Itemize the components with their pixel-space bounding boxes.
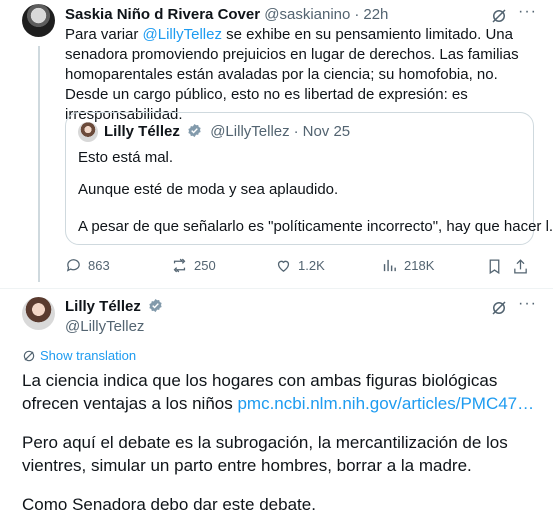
author-handle[interactable]: @LillyTellez <box>65 317 144 337</box>
tweet-text-part: Para variar <box>65 26 143 43</box>
views-icon <box>383 259 396 272</box>
repost-button[interactable]: 250 <box>171 257 216 274</box>
repost-icon <box>173 258 186 273</box>
quote-text-line: Aunque esté de moda y sea aplaudido. <box>78 181 339 198</box>
mention-link[interactable]: @LillyTellez <box>143 26 222 43</box>
views-count: 218K <box>404 258 435 273</box>
quoted-tweet[interactable]: Lilly Téllez @LillyTellez · Nov 25 Esto es… <box>65 112 553 245</box>
grok-icon[interactable] <box>490 7 508 25</box>
tweet-header: Saskia Niño d Rivera Cover @saskianino · 2… <box>65 5 388 25</box>
bookmark-icon[interactable] <box>486 258 503 275</box>
tweet-paragraph: Pero aquí el debate es la subrogación, l… <box>22 433 508 475</box>
share-icon[interactable] <box>512 258 529 275</box>
main-tweet[interactable]: Lilly Téllez @LillyTellez ··· Show trans… <box>0 288 553 526</box>
show-translation-label: Show translation <box>40 348 137 363</box>
tweet-text: Para variar @LillyTellez se exhibe en su… <box>65 25 535 125</box>
repost-count: 250 <box>194 258 216 273</box>
tweet-date: Nov 25 <box>302 123 351 140</box>
show-translation-button[interactable]: Show translation <box>22 348 136 364</box>
separator-dot: · <box>354 6 360 23</box>
tweet-time[interactable]: 22h <box>363 6 388 23</box>
avatar <box>78 122 98 142</box>
author-name-row: Lilly Téllez <box>65 297 163 317</box>
like-button[interactable]: 1.2K <box>275 257 325 274</box>
translate-icon <box>23 350 35 362</box>
verified-badge-icon <box>188 123 201 138</box>
thread-line <box>38 46 40 282</box>
separator-dot: · <box>293 123 299 140</box>
author-name: Lilly Téllez <box>104 123 180 140</box>
verified-badge-icon <box>149 298 162 313</box>
views-button[interactable]: 218K <box>381 257 434 274</box>
author-handle[interactable]: @saskianino <box>264 6 350 23</box>
avatar[interactable] <box>22 4 55 37</box>
heart-icon <box>277 260 290 272</box>
reply-icon <box>66 259 80 272</box>
quote-header: Lilly Téllez @LillyTellez · Nov 25 <box>104 122 350 142</box>
tweet-actions: 863 250 1.2K 218K <box>65 257 535 277</box>
more-icon[interactable]: ··· <box>518 295 537 313</box>
reply-button[interactable]: 863 <box>65 257 110 274</box>
quote-text-line: Esto está mal. <box>78 149 174 166</box>
reply-tweet[interactable]: Saskia Niño d Rivera Cover @saskianino · 2… <box>0 0 553 288</box>
grok-icon[interactable] <box>490 299 508 317</box>
author-handle: @LillyTellez <box>210 123 290 140</box>
like-count: 1.2K <box>298 258 325 273</box>
reply-count: 863 <box>88 258 110 273</box>
quote-text-line: A pesar de que señalarlo es "políticamen… <box>78 218 553 235</box>
author-name[interactable]: Lilly Téllez <box>65 298 141 315</box>
avatar[interactable] <box>22 297 55 330</box>
article-link[interactable]: pmc.ncbi.nlm.nih.gov/articles/PMC47… <box>237 394 534 413</box>
tweet-paragraph: Como Senadora debo dar este debate. <box>22 495 316 514</box>
tweet-paragraph: La ciencia indica que los hogares con am… <box>22 369 537 415</box>
more-icon[interactable]: ··· <box>518 3 537 21</box>
author-name[interactable]: Saskia Niño d Rivera Cover <box>65 6 260 23</box>
